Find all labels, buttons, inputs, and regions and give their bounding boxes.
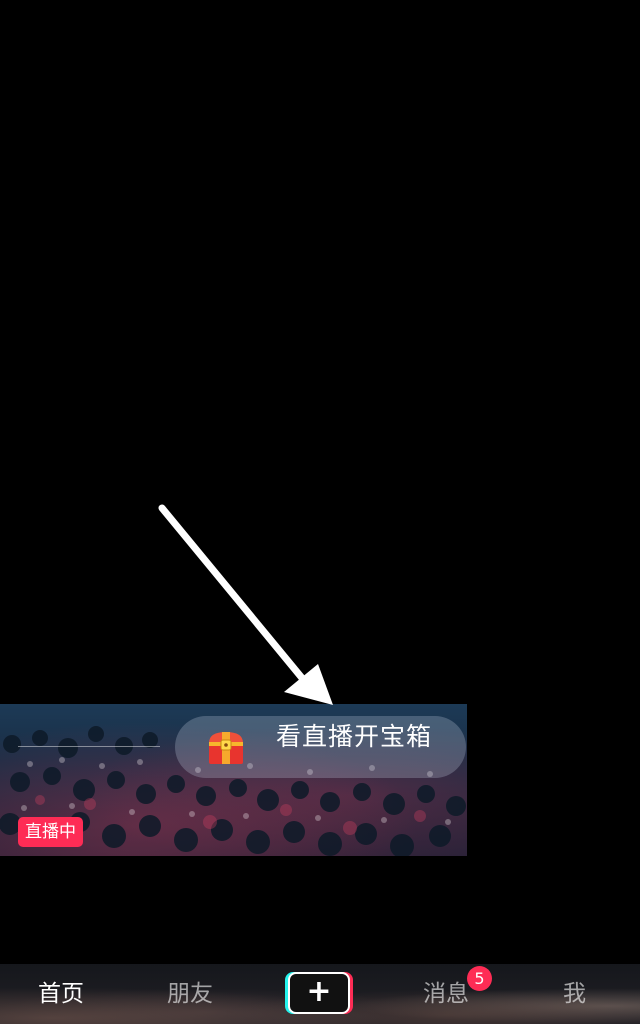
- annotation-arrow-icon: [158, 504, 333, 705]
- create-button[interactable]: +: [285, 972, 353, 1014]
- tab-me[interactable]: 我: [563, 976, 586, 1012]
- card-divider: [18, 746, 160, 747]
- bottom-tab-bar: 首页 朋友 + 消息 5 我: [0, 964, 640, 1024]
- tab-home[interactable]: 首页: [38, 976, 84, 1012]
- treasure-chest-icon: [209, 732, 243, 764]
- tab-friends[interactable]: 朋友: [167, 976, 213, 1012]
- messages-unread-badge: 5: [467, 966, 492, 991]
- tab-messages[interactable]: 消息: [423, 976, 469, 1012]
- plus-icon: +: [306, 974, 332, 1009]
- app-screen: 看直播开宝箱 直播中 首页 朋友 + 消息 5 我: [0, 0, 640, 1024]
- treasure-text: 看直播开宝箱: [276, 722, 433, 751]
- live-badge: 直播中: [18, 817, 83, 847]
